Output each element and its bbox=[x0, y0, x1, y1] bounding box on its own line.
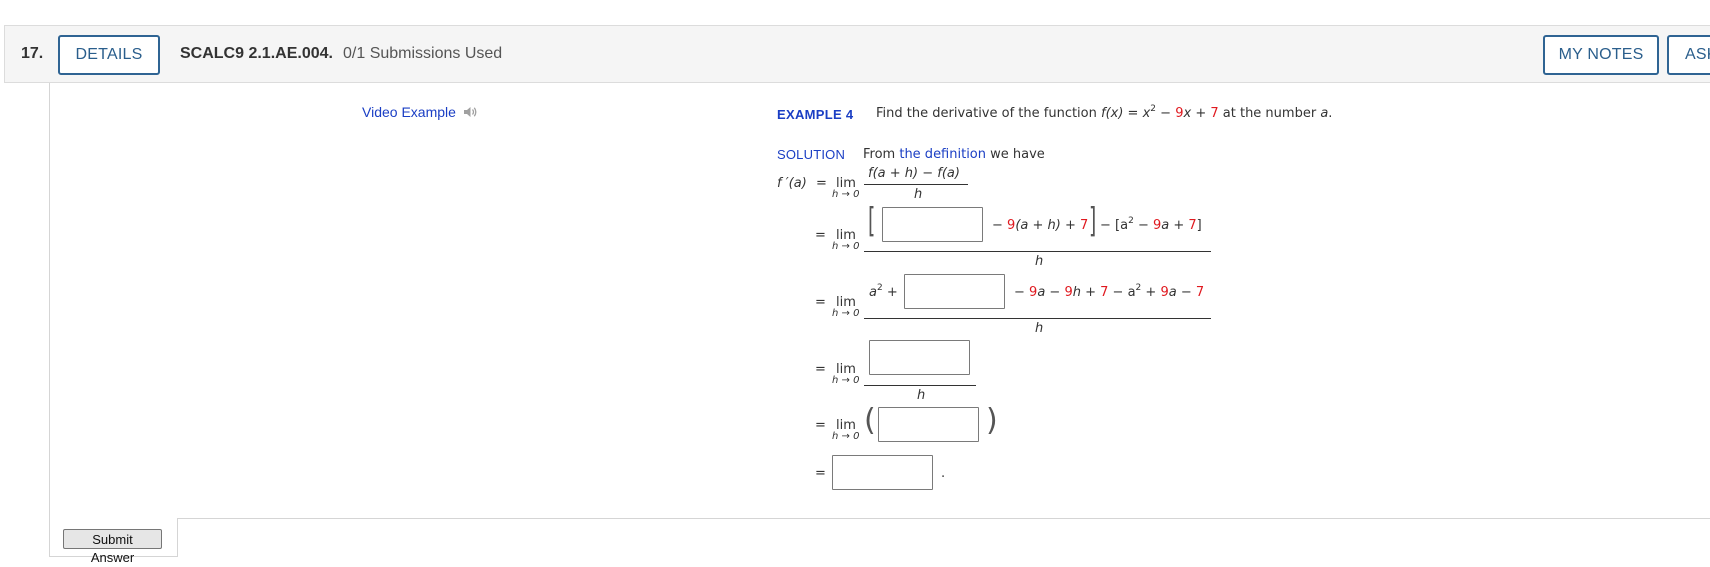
fprime-a: f ′(a) bbox=[777, 176, 807, 191]
submit-answer-button[interactable]: Submit Answer bbox=[63, 529, 162, 565]
lim-subscript: h → 0 bbox=[832, 308, 860, 319]
answer-input-3[interactable] bbox=[869, 340, 970, 375]
step1-expression-b: − [a2 − 9a + 7] bbox=[1100, 216, 1202, 234]
solution-label: SOLUTION bbox=[777, 147, 846, 162]
final-period: . bbox=[941, 466, 946, 481]
equals-sign: = bbox=[816, 176, 827, 191]
left-paren: ( bbox=[864, 403, 876, 438]
left-bracket: [ bbox=[868, 201, 876, 241]
denominator-h: h bbox=[914, 187, 923, 202]
speaker-icon[interactable] bbox=[462, 104, 478, 120]
question-number: 17. bbox=[21, 45, 44, 62]
submissions-used: 0/1 Submissions Used bbox=[343, 45, 503, 62]
definition-numerator: f(a + h) − f(a) bbox=[868, 166, 960, 181]
video-example-link[interactable]: Video Example bbox=[362, 104, 456, 120]
step1-expression-a: − 9(a + h) + 7 bbox=[992, 218, 1089, 233]
right-paren: ) bbox=[986, 403, 998, 438]
equals-sign: = bbox=[815, 418, 826, 433]
submit-area-top-border bbox=[177, 518, 1710, 519]
equals-sign: = bbox=[815, 228, 826, 243]
fraction-bar bbox=[864, 318, 1211, 319]
answer-input-5[interactable] bbox=[832, 455, 933, 490]
ask-button[interactable]: ASK bbox=[1667, 35, 1710, 75]
fraction-bar bbox=[864, 184, 968, 185]
fraction-bar bbox=[864, 251, 1211, 252]
answer-input-1[interactable] bbox=[882, 207, 983, 242]
example-statement: Find the derivative of the function f(x)… bbox=[876, 104, 1333, 122]
lim-subscript: h → 0 bbox=[832, 375, 860, 386]
denominator-h: h bbox=[1035, 254, 1044, 269]
equals-sign: = bbox=[815, 466, 826, 481]
details-button[interactable]: DETAILS bbox=[58, 35, 160, 75]
question-header: 17. DETAILS SCALC9 2.1.AE.004. 0/1 Submi… bbox=[4, 25, 1710, 83]
equals-sign: = bbox=[815, 362, 826, 377]
definition-link[interactable]: the definition bbox=[899, 147, 986, 162]
example-label: EXAMPLE 4 bbox=[777, 107, 854, 122]
my-notes-button[interactable]: MY NOTES bbox=[1543, 35, 1659, 75]
step2-lead: a2 + bbox=[869, 283, 898, 301]
content-frame-left bbox=[49, 83, 50, 557]
submit-area-divider bbox=[177, 518, 178, 557]
lim-subscript: h → 0 bbox=[832, 241, 860, 252]
fraction-bar bbox=[864, 385, 976, 386]
lim-subscript: h → 0 bbox=[832, 431, 860, 442]
answer-input-4[interactable] bbox=[878, 407, 979, 442]
denominator-h: h bbox=[1035, 321, 1044, 336]
step2-expression: − 9a − 9h + 7 − a2 + 9a − 7 bbox=[1014, 283, 1205, 301]
denominator-h: h bbox=[917, 388, 926, 403]
equals-sign: = bbox=[815, 295, 826, 310]
lim-subscript: h → 0 bbox=[832, 189, 860, 200]
solution-intro: From the definition we have bbox=[863, 147, 1045, 162]
answer-input-2[interactable] bbox=[904, 274, 1005, 309]
right-bracket: ] bbox=[1089, 201, 1097, 241]
question-code: SCALC9 2.1.AE.004. bbox=[180, 45, 333, 62]
